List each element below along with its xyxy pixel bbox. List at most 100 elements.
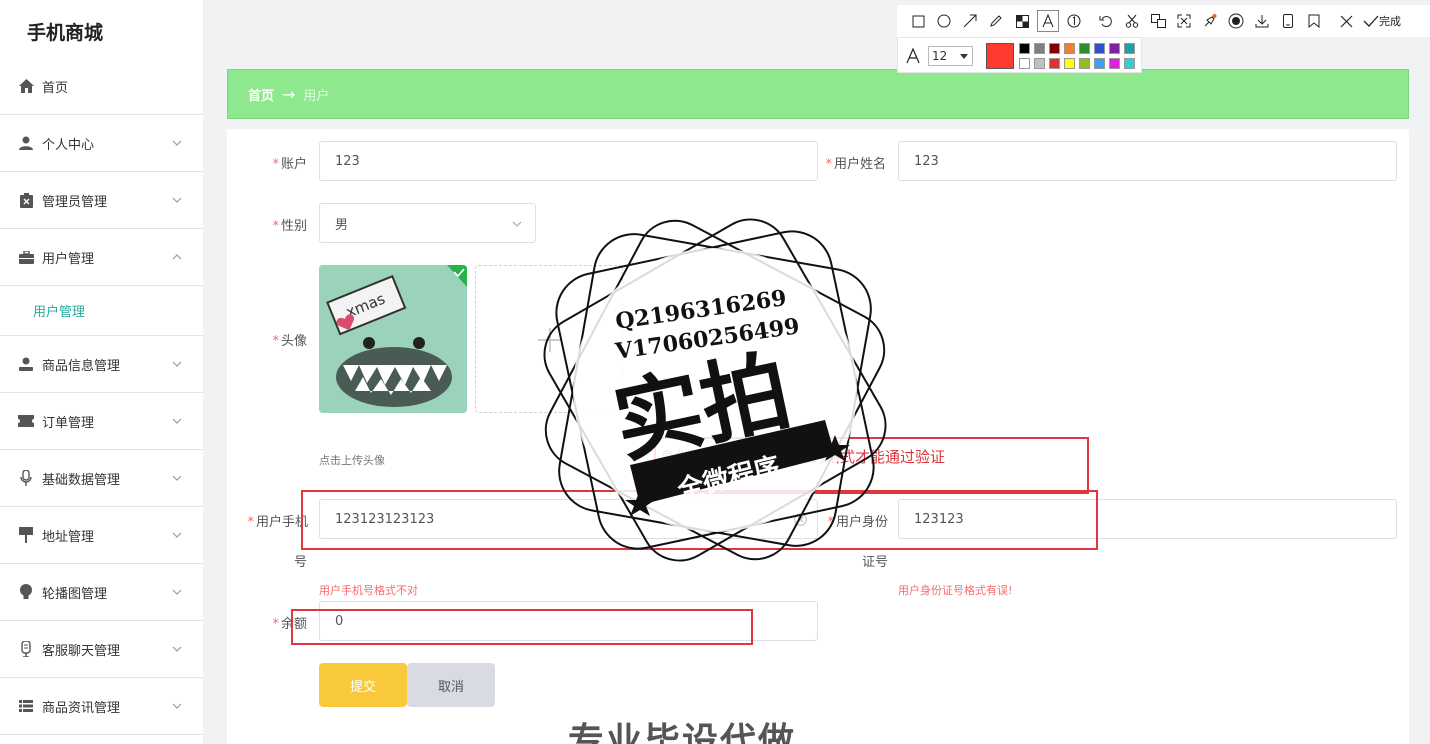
color-swatch[interactable] xyxy=(1124,58,1135,69)
sidebar-subitem-user-management[interactable]: 用户管理 xyxy=(0,286,203,336)
color-swatch[interactable] xyxy=(1034,43,1045,54)
color-swatch[interactable] xyxy=(1049,58,1060,69)
font-size-select[interactable]: 12 xyxy=(928,46,973,66)
cancel-button[interactable]: 取消 xyxy=(407,663,495,707)
username-input[interactable]: 123 xyxy=(898,141,1397,181)
breadcrumb-home[interactable]: 首页 xyxy=(248,85,274,104)
color-swatch[interactable] xyxy=(1019,43,1030,54)
watermark-stamp: Q2196316269 V17060256499 实拍 全微程序 xyxy=(543,218,887,562)
phone-icon[interactable] xyxy=(1277,10,1299,32)
color-swatch[interactable] xyxy=(1109,58,1120,69)
admin-icon xyxy=(18,192,34,208)
sidebar-item-admin[interactable]: 管理员管理 xyxy=(0,172,203,229)
submit-button[interactable]: 提交 xyxy=(319,663,407,707)
phone-error: 用户手机号格式不对 xyxy=(319,584,418,597)
expand-icon[interactable] xyxy=(1173,10,1195,32)
pen-tool-icon[interactable] xyxy=(985,10,1007,32)
required-mark: * xyxy=(247,515,254,530)
close-icon[interactable] xyxy=(1335,10,1357,32)
translate-icon[interactable] xyxy=(1147,10,1169,32)
chevron-down-icon xyxy=(172,589,182,595)
number-tool-icon[interactable] xyxy=(1063,10,1085,32)
color-swatch[interactable] xyxy=(1064,58,1075,69)
color-swatch[interactable] xyxy=(1079,58,1090,69)
sidebar-item-basic-data[interactable]: 基础数据管理 xyxy=(0,450,203,507)
sidebar-item-carousel[interactable]: 轮播图管理 xyxy=(0,564,203,621)
done-label: 完成 xyxy=(1379,15,1401,28)
avatar-hint: 点击上传头像 xyxy=(319,454,385,467)
phone-label: * 用户手机 xyxy=(232,511,308,530)
chevron-down-icon xyxy=(512,221,522,227)
rectangle-tool-icon[interactable] xyxy=(907,10,929,32)
sidebar-item-product-info[interactable]: 商品信息管理 xyxy=(0,336,203,393)
sidebar-item-label: 管理员管理 xyxy=(42,194,108,210)
sidebar-item-orders[interactable]: 订单管理 xyxy=(0,393,203,450)
undo-icon[interactable] xyxy=(1095,10,1117,32)
required-mark: * xyxy=(272,157,279,172)
sidebar-menu: 首页 个人中心 管理员管理 用户管理 用户管理 商品信息管理 订单管理 基础数据… xyxy=(0,58,203,735)
ellipse-tool-icon[interactable] xyxy=(933,10,955,32)
sidebar-item-label: 个人中心 xyxy=(42,137,95,153)
sidebar-item-label: 首页 xyxy=(42,80,69,96)
chevron-down-icon xyxy=(172,197,182,203)
sidebar-item-label: 客服聊天管理 xyxy=(42,643,121,659)
sidebar-item-home[interactable]: 首页 xyxy=(0,58,203,115)
text-style-bar: 12 xyxy=(897,37,1142,73)
sidebar-item-label: 地址管理 xyxy=(42,529,95,545)
avatar-label: * 头像 xyxy=(255,330,307,349)
color-swatch[interactable] xyxy=(1124,43,1135,54)
check-icon xyxy=(1363,15,1379,27)
sidebar-item-label: 商品资讯管理 xyxy=(42,700,121,716)
gender-select-value: 男 xyxy=(335,217,349,233)
chat-icon xyxy=(18,641,34,657)
text-tool-icon[interactable] xyxy=(1037,10,1059,32)
download-icon[interactable] xyxy=(1251,10,1273,32)
home-icon xyxy=(18,78,34,94)
gender-select[interactable]: 男 xyxy=(319,203,536,243)
color-swatch[interactable] xyxy=(1079,43,1090,54)
color-swatch[interactable] xyxy=(1064,43,1075,54)
arrow-tool-icon[interactable] xyxy=(959,10,981,32)
chevron-down-icon xyxy=(172,361,182,367)
sidebar-item-product-news[interactable]: 商品资讯管理 xyxy=(0,678,203,735)
sidebar-item-personal-center[interactable]: 个人中心 xyxy=(0,115,203,172)
username-label-text: 用户姓名 xyxy=(833,157,886,172)
sidebar-item-label: 订单管理 xyxy=(42,415,95,431)
color-swatch[interactable] xyxy=(1094,58,1105,69)
mosaic-tool-icon[interactable] xyxy=(1011,10,1033,32)
sidebar-item-customer-chat[interactable]: 客服聊天管理 xyxy=(0,621,203,678)
cut-icon[interactable] xyxy=(1121,10,1143,32)
user-icon xyxy=(18,135,34,151)
sidebar-item-user-management[interactable]: 用户管理 xyxy=(0,229,203,286)
required-mark: * xyxy=(272,219,279,234)
required-mark: * xyxy=(825,157,832,172)
color-swatch[interactable] xyxy=(1049,43,1060,54)
mic-icon xyxy=(18,470,34,486)
chevron-down-icon xyxy=(172,532,182,538)
current-color-swatch[interactable] xyxy=(986,43,1014,69)
account-input[interactable]: 123 xyxy=(319,141,818,181)
gender-label-text: 性别 xyxy=(280,219,307,234)
color-swatch[interactable] xyxy=(1109,43,1120,54)
pin-icon[interactable] xyxy=(1199,10,1221,32)
sidebar-item-address[interactable]: 地址管理 xyxy=(0,507,203,564)
color-swatch[interactable] xyxy=(1019,58,1030,69)
username-label: * 用户姓名 xyxy=(816,153,886,172)
bookmark-icon[interactable] xyxy=(1303,10,1325,32)
done-button[interactable]: 完成 xyxy=(1363,13,1401,29)
color-swatch[interactable] xyxy=(1034,58,1045,69)
color-swatch[interactable] xyxy=(1094,43,1105,54)
sign-icon xyxy=(18,527,34,543)
required-mark: * xyxy=(272,617,279,632)
required-mark: * xyxy=(272,334,279,349)
breadcrumb: 首页 → 用户 xyxy=(227,69,1409,119)
font-icon xyxy=(906,48,920,64)
record-icon[interactable] xyxy=(1225,10,1247,32)
avatar-image[interactable]: xmas xyxy=(319,265,467,413)
avatar-label-text: 头像 xyxy=(280,334,307,349)
breadcrumb-current: 用户 xyxy=(303,88,330,104)
list-icon xyxy=(18,698,34,714)
chevron-down-icon xyxy=(172,703,182,709)
idcard-error: 用户身份证号格式有误! xyxy=(898,584,1013,597)
account-label-text: 账户 xyxy=(280,157,307,172)
